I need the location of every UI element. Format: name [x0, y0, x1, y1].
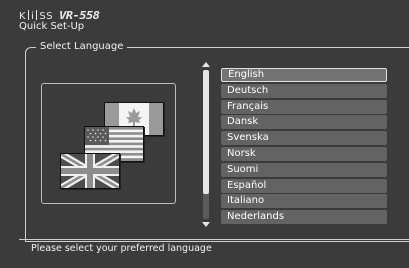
brand-kiss: Ki SS [19, 9, 54, 22]
scroll-track[interactable] [203, 70, 209, 219]
language-item-svenska[interactable]: Svenska [221, 131, 387, 146]
language-item-suomi[interactable]: Suomi [221, 162, 387, 177]
language-item-dansk[interactable]: Dansk [221, 115, 387, 130]
language-item-français[interactable]: Français [221, 99, 387, 114]
page-title: Quick Set-Up [19, 21, 85, 32]
scroll-down-arrow-icon[interactable] [202, 222, 210, 227]
status-bar: Please select your preferred language [19, 239, 409, 256]
language-item-english[interactable]: English [221, 68, 387, 82]
language-list: English Deutsch Français Dansk Svenska Norsk S… [221, 68, 387, 226]
flag-illustration-panel [41, 83, 176, 204]
header: Ki SS VR-558 Quick Set-Up [0, 0, 409, 42]
scroll-up-arrow-icon[interactable] [202, 62, 210, 67]
language-item-español[interactable]: Español [221, 178, 387, 193]
status-message: Please select your preferred language [31, 243, 212, 254]
language-item-norsk[interactable]: Norsk [221, 146, 387, 161]
groupbox-legend: Select Language [36, 42, 128, 52]
scroll-thumb[interactable] [203, 70, 209, 194]
language-item-nederlands[interactable]: Nederlands [221, 210, 387, 225]
language-item-italiano[interactable]: Italiano [221, 194, 387, 209]
language-item-deutsch[interactable]: Deutsch [221, 83, 387, 98]
flag-uk-icon [60, 153, 120, 189]
language-scrollbar[interactable] [201, 62, 211, 227]
